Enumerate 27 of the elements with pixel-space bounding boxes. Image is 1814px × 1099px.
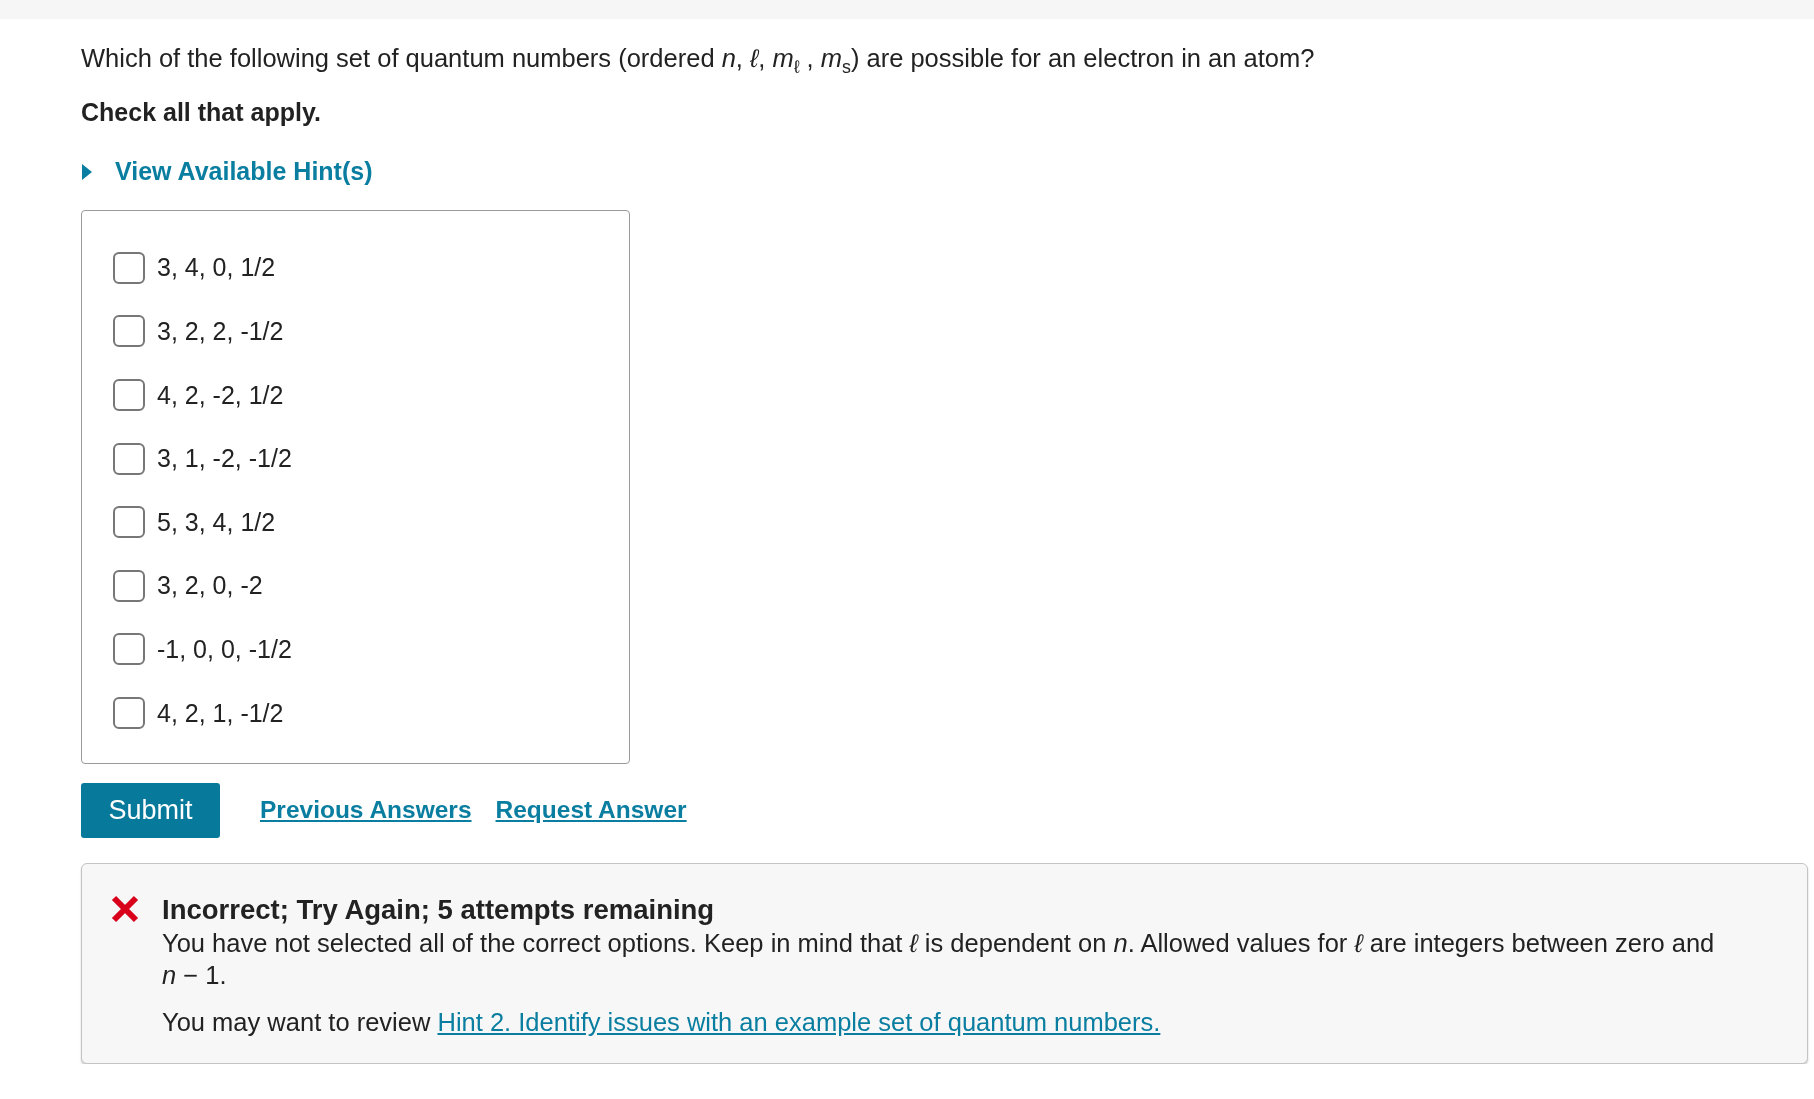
caret-icon [81, 162, 93, 181]
review-sentence: You may want to review Hint 2. Identify issues with an example set of quantum numbers. [162, 1007, 1162, 1037]
checkbox[interactable] [113, 506, 145, 539]
checkbox[interactable] [113, 569, 145, 602]
checkbox[interactable] [113, 251, 145, 284]
hint-toggle[interactable]: View Available Hint(s) [81, 157, 373, 187]
feedback-title: Incorrect; Try Again; 5 attempts remaining [162, 893, 716, 926]
choice-label: 3, 2, 2, -1/2 [157, 316, 284, 346]
submit-button[interactable]: Submit [81, 782, 220, 838]
choice-label: 3, 1, -2, -1/2 [157, 444, 292, 474]
choice-label: 3, 2, 0, -2 [157, 571, 263, 601]
checkbox[interactable] [113, 697, 145, 729]
feedback-message: You have not selected all of the correct options. Keep in mind that ℓ is dependent on n. Allowed values for ℓ are integers between zero and n − 1. [162, 927, 1716, 991]
choice-label: 5, 3, 4, 1/2 [157, 507, 276, 537]
choice-label: -1, 0, 0, -1/2 [157, 634, 292, 664]
checkbox[interactable] [113, 315, 145, 348]
checkbox[interactable] [113, 379, 145, 412]
hint-link[interactable]: Hint 2. Identify issues with an example set of quantum numbers. [437, 1007, 1161, 1036]
link[interactable]: Request Answer [495, 796, 687, 825]
link[interactable]: Previous Answers [260, 796, 472, 825]
choice-label: 4, 2, 1, -1/2 [157, 698, 284, 728]
question-text: Which of the following set of quantum numbers (ordered n, ℓ, m$_{ℓ}$ , m$_{s}$) are possible for an electron in an atom? [81, 43, 1316, 80]
choice-label: 3, 4, 0, 1/2 [157, 253, 276, 283]
checkbox[interactable] [113, 633, 145, 666]
choice-label: 4, 2, -2, 1/2 [157, 380, 284, 410]
instruction-text: Check all that apply. [81, 98, 322, 128]
checkbox[interactable] [113, 442, 145, 475]
